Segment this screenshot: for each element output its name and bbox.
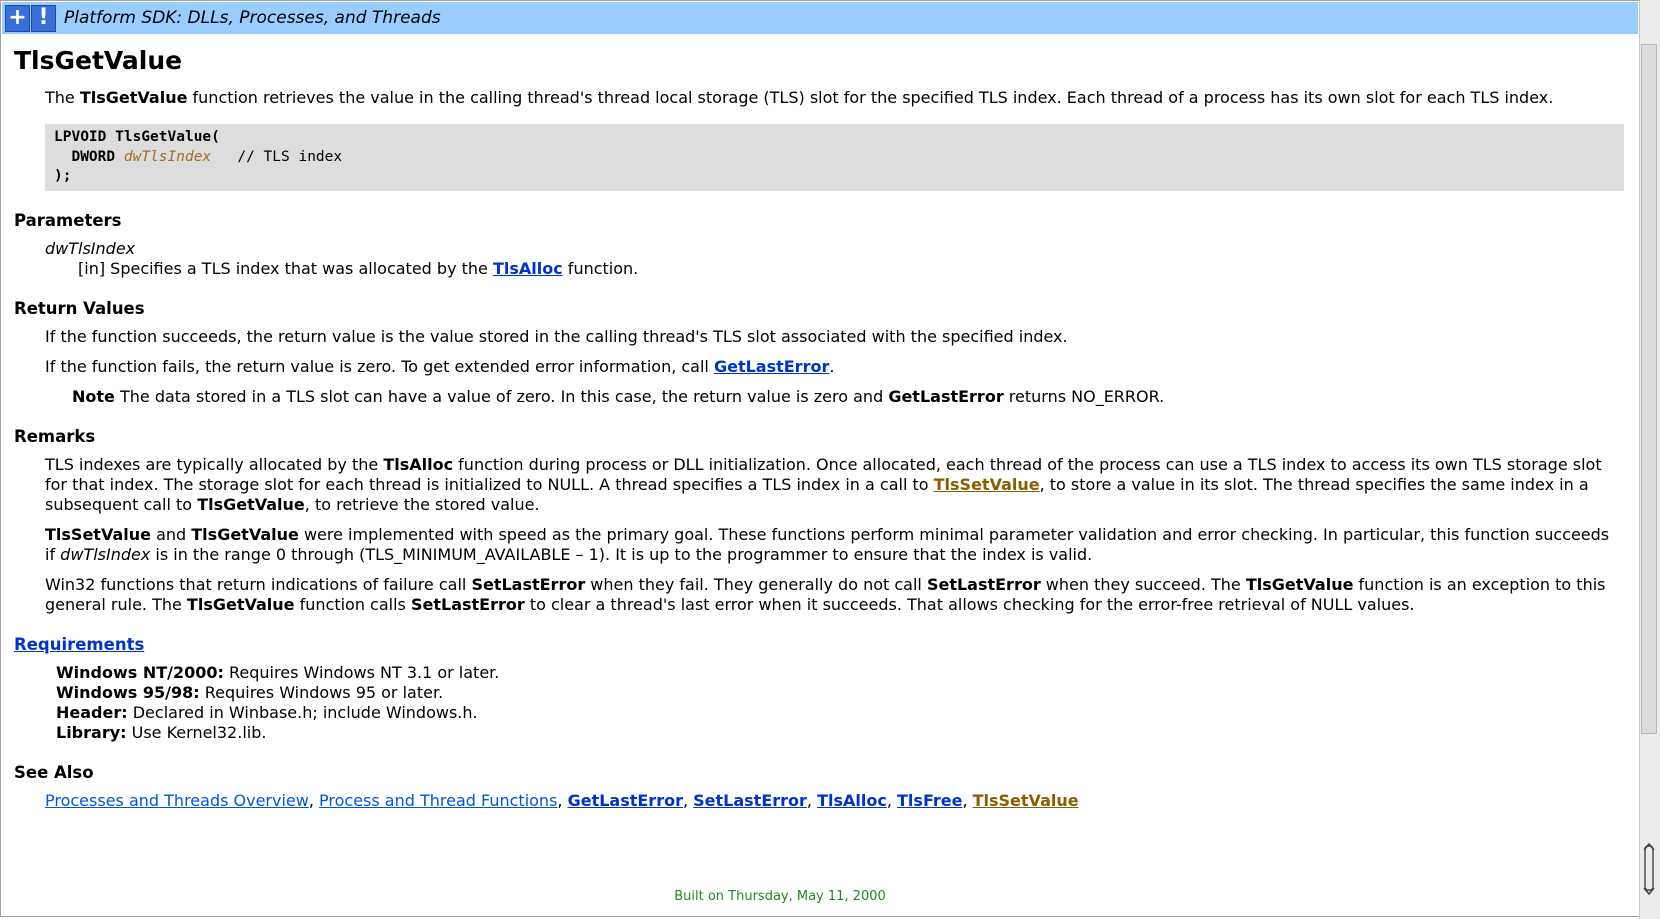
remarks-paragraph-2: TlsSetValue and TlsGetValue were impleme… [45, 525, 1624, 565]
remarks-bold: TlsGetValue [1245, 574, 1354, 594]
return-values-heading: Return Values [14, 298, 145, 318]
remarks-text: to clear a thread's last error when it s… [524, 594, 1415, 614]
requirements-heading-container: Requirements [14, 635, 1624, 655]
link-tlssetvalue[interactable]: TlsSetValue [934, 475, 1040, 494]
syntax-block: LPVOID TlsGetValue( DWORD dwTlsIndex // … [45, 124, 1624, 191]
requirement-value: Declared in Winbase.h; include Windows.h… [127, 702, 478, 722]
param-description: [in] Specifies a TLS index that was allo… [78, 259, 1624, 279]
remarks-bold: TlsAlloc [383, 454, 454, 474]
link-processes-threads-overview[interactable]: Processes and Threads Overview [45, 791, 309, 810]
note-label: Note [72, 386, 115, 406]
remarks-bold: TlsGetValue [186, 594, 295, 614]
requirements-list: Windows NT/2000: Requires Windows NT 3.1… [56, 663, 1624, 743]
separator: , [962, 790, 973, 810]
intro-text-rest: function retrieves the value in the call… [187, 88, 1554, 107]
note-text-end: returns NO_ERROR. [1003, 386, 1165, 406]
requirement-label: Library: [56, 722, 127, 742]
requirement-value: Requires Windows 95 or later. [199, 682, 444, 702]
scroll-up-icon[interactable] [1641, 840, 1657, 900]
return-failure-paragraph: If the function fails, the return value … [45, 357, 1624, 377]
param-type: DWORD [71, 148, 116, 165]
remarks-text: is in the range 0 through (TLS_MINIMUM_A… [150, 544, 1093, 564]
param-comment: // TLS index [211, 148, 343, 165]
separator: , [886, 790, 898, 810]
param-desc-text: [in] Specifies a TLS index that was allo… [78, 258, 493, 278]
remarks-paragraph-3: Win32 functions that return indications … [45, 575, 1624, 615]
requirement-row: Header: Declared in Winbase.h; include W… [56, 703, 1624, 723]
function-signature: TlsGetValue( [106, 129, 220, 145]
note-paragraph: Note The data stored in a TLS slot can h… [72, 387, 1624, 407]
scrollbar-thumb[interactable] [1641, 44, 1657, 734]
requirement-row: Library: Use Kernel32.lib. [56, 723, 1624, 743]
requirement-row: Windows NT/2000: Requires Windows NT 3.1… [56, 663, 1624, 683]
separator: , [557, 790, 568, 810]
param-desc-end: function. [562, 258, 639, 278]
requirement-label: Header: [56, 702, 128, 722]
requirement-value: Use Kernel32.lib. [126, 722, 267, 742]
requirement-value: Requires Windows NT 3.1 or later. [223, 662, 500, 682]
intro-paragraph: The TlsGetValue function retrieves the v… [45, 88, 1624, 108]
param-name: dwTlsIndex [123, 148, 212, 165]
remarks-text: TLS indexes are typically allocated by t… [45, 454, 384, 474]
remarks-text: function calls [294, 594, 411, 614]
topic-category-title: Platform SDK: DLLs, Processes, and Threa… [64, 8, 441, 28]
page-title: TlsGetValue [14, 46, 183, 75]
requirement-label: Windows 95/98: [56, 682, 200, 702]
separator: , [682, 790, 694, 810]
remarks-text: , to retrieve the stored value. [304, 494, 540, 514]
return-failure-text: If the function fails, the return value … [45, 356, 714, 376]
remarks-paragraph-1: TLS indexes are typically allocated by t… [45, 455, 1624, 515]
remarks-text: and [150, 524, 192, 544]
remarks-text: Win32 functions that return indications … [45, 574, 472, 594]
requirement-row: Windows 95/98: Requires Windows 95 or la… [56, 683, 1624, 703]
see-also-links: Processes and Threads Overview, Process … [45, 791, 1624, 811]
remarks-bold: SetLastError [471, 574, 586, 594]
remarks-text: when they succeed. The [1040, 574, 1246, 594]
remarks-bold: TlsSetValue [45, 524, 151, 544]
note-text: The data stored in a TLS slot can have a… [114, 386, 889, 406]
link-tlssetvalue-seealso[interactable]: TlsSetValue [973, 791, 1079, 810]
link-getlasterror-seealso[interactable]: GetLastError [568, 791, 683, 810]
signature-close: ); [54, 168, 72, 184]
see-also-heading: See Also [14, 762, 94, 782]
link-tlsfree[interactable]: TlsFree [897, 791, 962, 810]
build-date-footer: Built on Thursday, May 11, 2000 [674, 889, 886, 904]
note-function: GetLastError [888, 386, 1004, 406]
remarks-bold: TlsGetValue [191, 524, 299, 544]
intro-text: The [45, 88, 80, 107]
separator: , [308, 790, 320, 810]
requirement-label: Windows NT/2000: [56, 662, 224, 682]
topic-header-bar: + ! Platform SDK: DLLs, Processes, and T… [2, 2, 1638, 34]
remarks-bold: SetLastError [410, 594, 525, 614]
return-success-paragraph: If the function succeeds, the return val… [45, 326, 1068, 346]
parameters-heading: Parameters [14, 210, 122, 230]
param-term: dwTlsIndex [45, 238, 136, 258]
return-failure-end: . [829, 356, 835, 376]
remarks-text: when they fail. They generally do not ca… [585, 574, 927, 594]
remarks-bold: TlsGetValue [197, 494, 305, 514]
return-type: LPVOID [54, 129, 107, 145]
remarks-italic: dwTlsIndex [60, 544, 151, 564]
expand-icon[interactable]: + [5, 4, 30, 32]
topic-content: TlsGetValue The TlsGetValue function ret… [14, 34, 1624, 919]
link-tlsalloc[interactable]: TlsAlloc [493, 259, 563, 278]
link-getlasterror[interactable]: GetLastError [714, 357, 829, 376]
link-setlasterror[interactable]: SetLastError [693, 791, 807, 810]
intro-function-name: TlsGetValue [79, 88, 188, 107]
info-icon[interactable]: ! [31, 4, 56, 32]
remarks-bold: SetLastError [926, 574, 1041, 594]
remarks-heading: Remarks [14, 426, 96, 446]
separator: , [806, 790, 818, 810]
link-process-thread-functions[interactable]: Process and Thread Functions [319, 791, 557, 810]
requirements-link[interactable]: Requirements [14, 635, 144, 654]
link-tlsalloc-seealso[interactable]: TlsAlloc [817, 791, 887, 810]
